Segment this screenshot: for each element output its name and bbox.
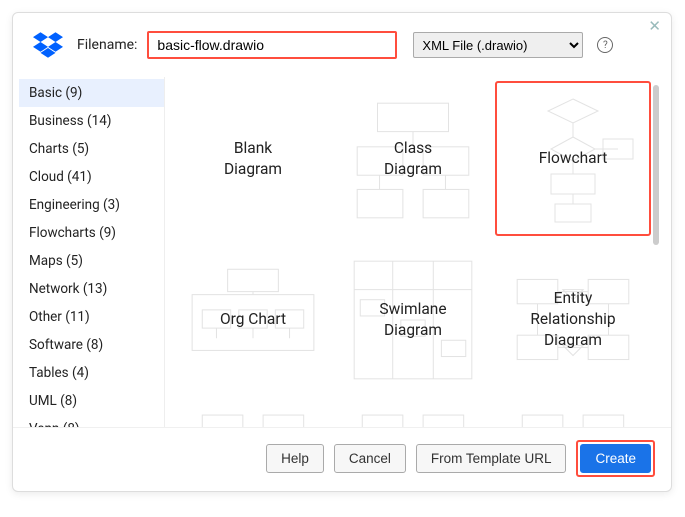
template-tile[interactable] [495, 403, 651, 427]
template-label: Flowchart [533, 148, 614, 169]
template-tile[interactable]: BlankDiagram [175, 81, 331, 236]
template-tile[interactable]: SwimlaneDiagram [335, 242, 491, 397]
sidebar-item[interactable]: Venn (8) [19, 415, 164, 427]
scroll-thumb[interactable] [653, 85, 659, 245]
filetype-select[interactable]: XML File (.drawio) [413, 32, 583, 58]
help-button[interactable]: Help [266, 444, 324, 473]
sidebar-item[interactable]: Basic (9) [19, 79, 164, 107]
sidebar-item[interactable]: UML (8) [19, 387, 164, 415]
template-area: BlankDiagram ClassDiagram Flowchart Org Cha… [165, 77, 661, 427]
template-thumb [502, 410, 644, 427]
sidebar-item[interactable]: Engineering (3) [19, 191, 164, 219]
create-button-highlight: Create [576, 440, 655, 477]
template-label: Org Chart [214, 309, 292, 330]
sidebar-item[interactable]: Other (11) [19, 303, 164, 331]
scrollbar[interactable] [653, 85, 659, 419]
cancel-button[interactable]: Cancel [334, 444, 406, 473]
filename-label: Filename: [77, 37, 137, 53]
dialog-header: Filename: XML File (.drawio) ? [13, 13, 671, 71]
sidebar-item[interactable]: Tables (4) [19, 359, 164, 387]
template-thumb [182, 410, 324, 427]
from-template-url-button[interactable]: From Template URL [416, 444, 567, 473]
template-grid: BlankDiagram ClassDiagram Flowchart Org Cha… [165, 77, 661, 427]
sidebar-item[interactable]: Business (14) [19, 107, 164, 135]
sidebar-item[interactable]: Software (8) [19, 331, 164, 359]
sidebar-item[interactable]: Flowcharts (9) [19, 219, 164, 247]
template-label: SwimlaneDiagram [373, 299, 452, 341]
sidebar-item[interactable]: Cloud (41) [19, 163, 164, 191]
template-label: BlankDiagram [218, 138, 288, 180]
template-thumb [342, 410, 484, 427]
sidebar-item[interactable]: Charts (5) [19, 135, 164, 163]
template-tile[interactable] [175, 403, 331, 427]
sidebar-item[interactable]: Maps (5) [19, 247, 164, 275]
dialog-body: Basic (9)Business (14)Charts (5)Cloud (4… [13, 71, 671, 427]
template-tile[interactable]: ClassDiagram [335, 81, 491, 236]
template-label: ClassDiagram [378, 138, 448, 180]
sidebar-item[interactable]: Network (13) [19, 275, 164, 303]
close-icon[interactable]: ✕ [648, 19, 661, 34]
create-button[interactable]: Create [580, 444, 651, 473]
template-label: EntityRelationshipDiagram [524, 288, 621, 351]
template-tile[interactable]: Org Chart [175, 242, 331, 397]
new-diagram-dialog: ✕ Filename: XML File (.drawio) ? Basic (… [12, 12, 672, 492]
help-icon[interactable]: ? [597, 37, 613, 53]
template-tile[interactable] [335, 403, 491, 427]
template-tile[interactable]: Flowchart [495, 81, 651, 236]
dropbox-icon [33, 32, 63, 58]
template-tile[interactable]: EntityRelationshipDiagram [495, 242, 651, 397]
category-sidebar: Basic (9)Business (14)Charts (5)Cloud (4… [19, 77, 165, 427]
dialog-footer: Help Cancel From Template URL Create [13, 427, 671, 491]
filename-input[interactable] [147, 31, 397, 59]
